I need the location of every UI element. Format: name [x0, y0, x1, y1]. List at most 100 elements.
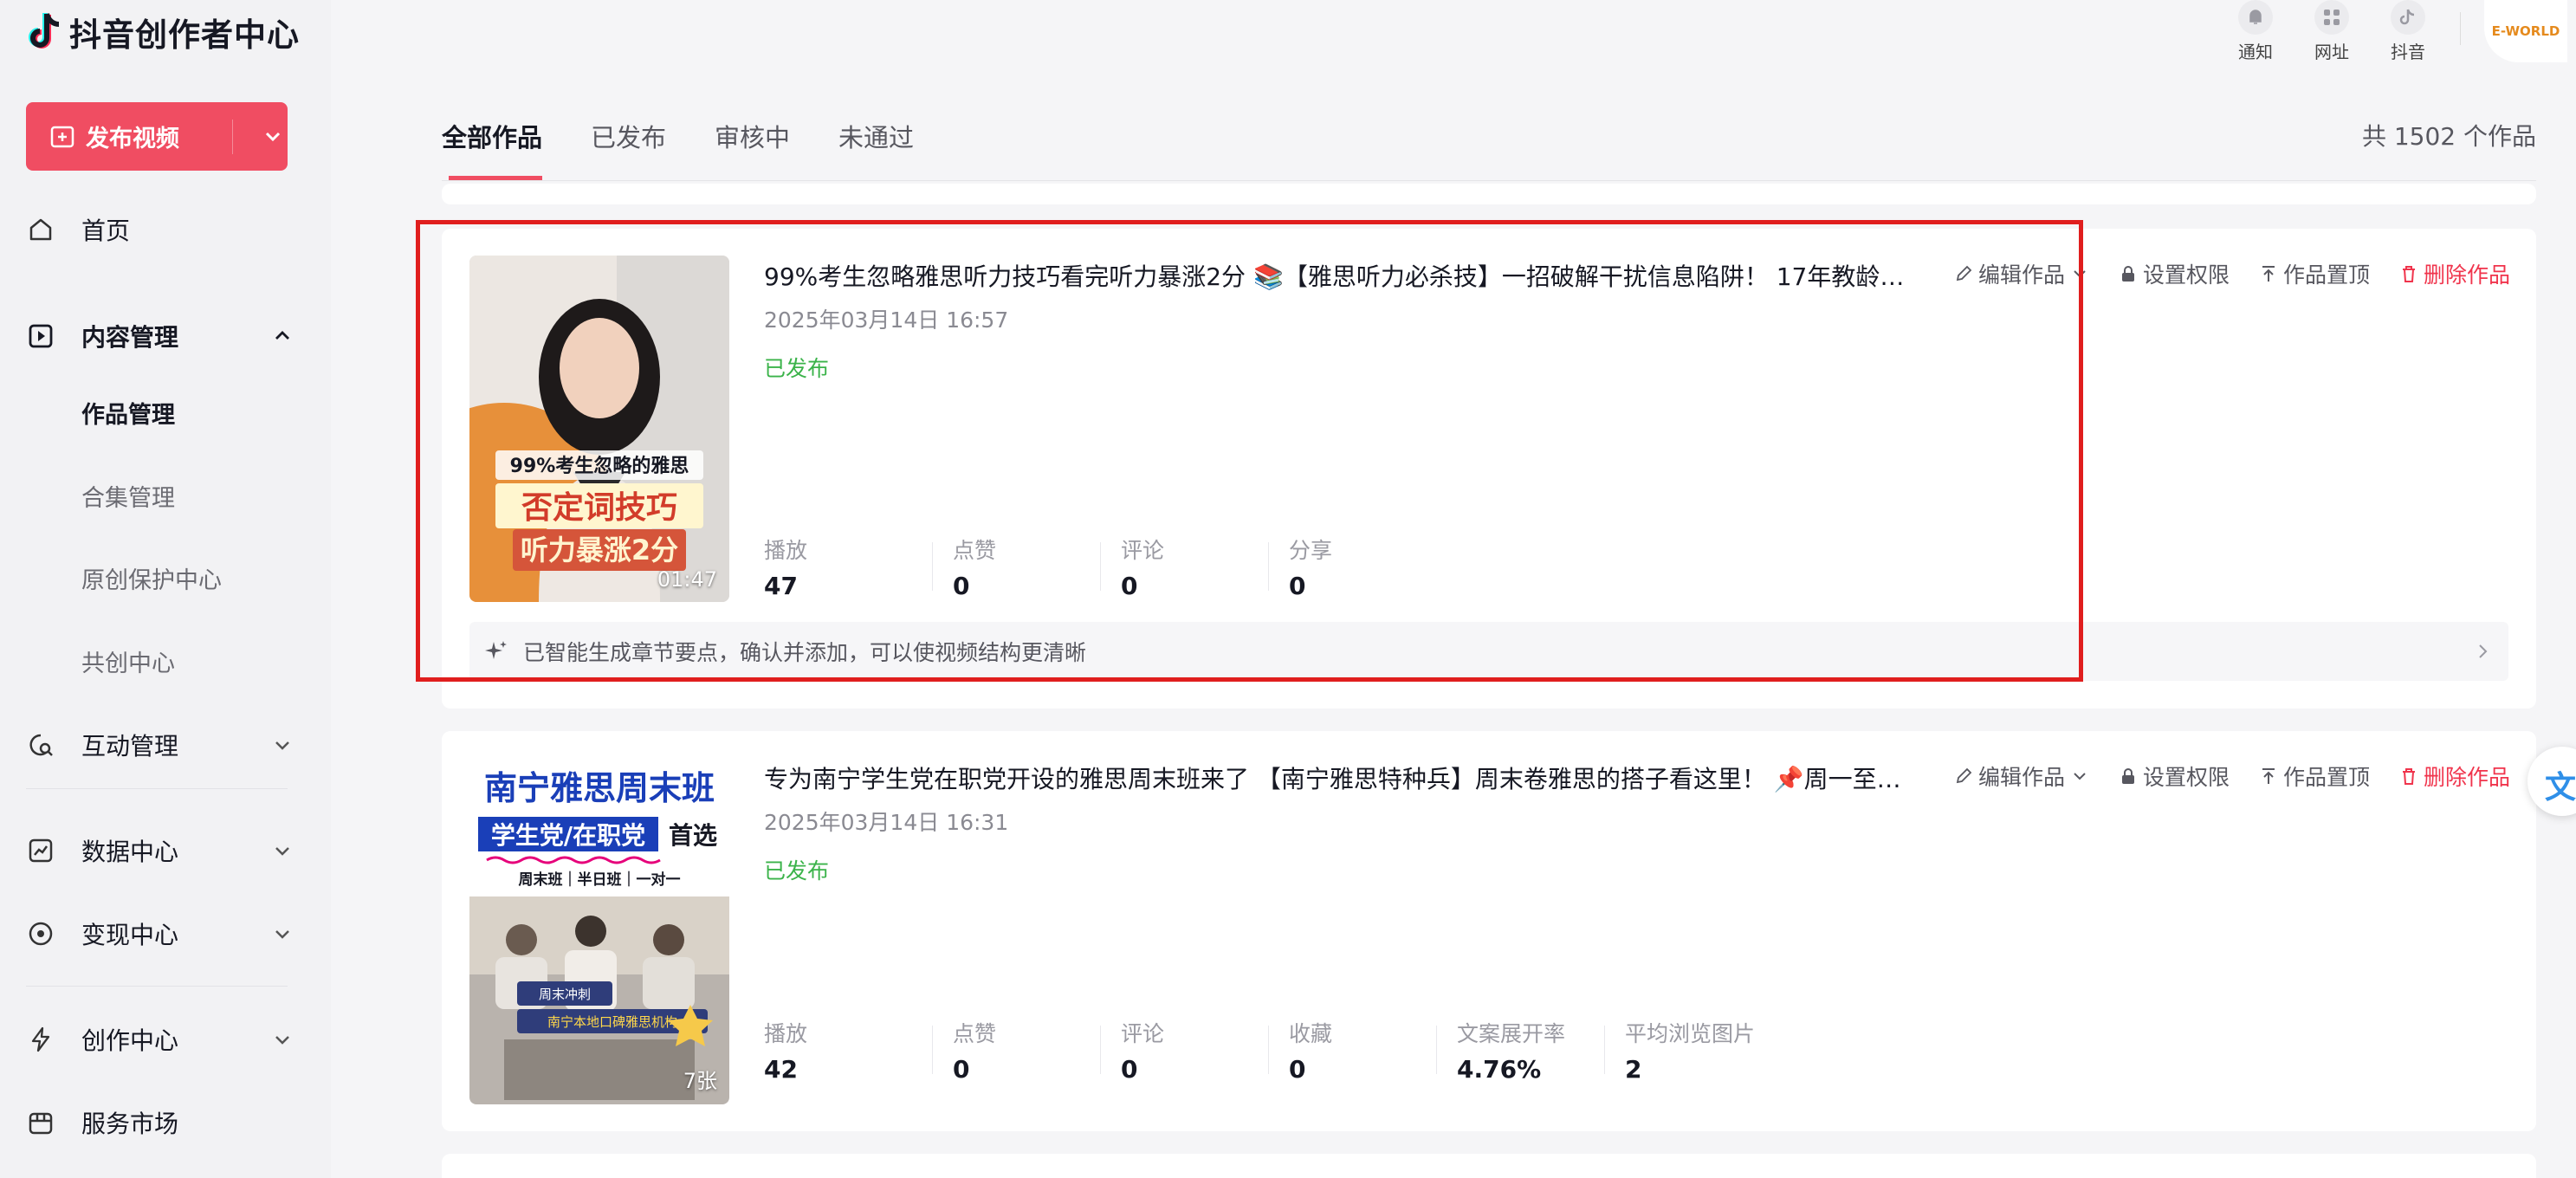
- thumb-text: 南宁本地口碑雅思机构: [547, 1014, 677, 1030]
- coin-icon: [26, 919, 55, 948]
- stat-label: 播放: [764, 1021, 808, 1046]
- stat-label: 文案展开率: [1457, 1021, 1566, 1046]
- header-notify[interactable]: 通知: [2221, 0, 2290, 63]
- nav-divider: [26, 788, 288, 789]
- stat-item: 平均浏览图片 2: [1604, 1017, 1772, 1084]
- app-title: 抖音创作者中心: [69, 16, 300, 54]
- header-links[interactable]: 网址: [2297, 0, 2366, 63]
- home-icon: [26, 215, 55, 244]
- next-card-edge: [442, 1154, 2536, 1178]
- chevron-down-icon: [275, 847, 289, 856]
- stat-value: 0: [1121, 1055, 1138, 1084]
- grid-icon: [2314, 0, 2349, 35]
- set-permission-label: 设置权限: [2142, 262, 2230, 288]
- upload-square-icon: [50, 126, 74, 147]
- douyin-icon: [2391, 0, 2425, 35]
- tab-reviewing[interactable]: 审核中: [715, 97, 790, 180]
- stat-value: 0: [953, 1055, 970, 1084]
- publish-video-button[interactable]: 发布视频: [26, 102, 288, 171]
- pin-work-label: 作品置顶: [2282, 765, 2370, 790]
- trash-icon: [2402, 266, 2415, 282]
- header-douyin[interactable]: 抖音: [2373, 0, 2443, 63]
- nav-creation-center[interactable]: 创作中心: [26, 1013, 294, 1065]
- header-notify-label: 通知: [2238, 42, 2273, 62]
- app-logo[interactable]: 抖音创作者中心: [26, 9, 300, 55]
- sidebar: 抖音创作者中心 发布视频 首页 内容管理 作品管理 合集管理 原创保护中心 共创…: [0, 0, 331, 1178]
- work-thumbnail[interactable]: 南宁雅思周末班 学生党/在职党 首选 周末班｜半日班｜一对一 周末冲刺 南宁本地…: [469, 758, 729, 1104]
- stat-value: 42: [764, 1055, 798, 1084]
- thumb-text: 首选: [669, 821, 717, 850]
- delete-work-label: 删除作品: [2423, 765, 2510, 790]
- set-permission-button[interactable]: 设置权限: [2119, 761, 2230, 792]
- nav-label: 数据中心: [81, 838, 179, 866]
- stat-item: 点赞 0: [932, 1017, 1100, 1084]
- stat-label: 点赞: [953, 1021, 997, 1046]
- nav-monetization-center[interactable]: 变现中心: [26, 908, 294, 960]
- nav-divider: [26, 986, 288, 987]
- pin-top-icon: [2262, 768, 2275, 784]
- thumb-text: 周末冲刺: [539, 987, 591, 1002]
- pin-work-button[interactable]: 作品置顶: [2259, 258, 2370, 289]
- stat-item: 收藏 0: [1268, 1017, 1436, 1084]
- works-tabs: 全部作品 已发布 审核中 未通过: [442, 97, 962, 184]
- nav-label: 首页: [81, 217, 131, 245]
- user-avatar[interactable]: E-WORLD: [2484, 0, 2567, 62]
- edit-work-label: 编辑作品: [1977, 765, 2065, 790]
- chart-icon: [26, 836, 55, 865]
- stat-label: 评论: [1121, 1021, 1165, 1046]
- chevron-down-icon[interactable]: [260, 124, 286, 150]
- delete-work-button[interactable]: 删除作品: [2399, 761, 2510, 792]
- lightning-icon: [26, 1025, 55, 1054]
- nav-service-market[interactable]: 服务市场: [26, 1097, 294, 1149]
- chevron-down-icon: [275, 741, 289, 750]
- set-permission-button[interactable]: 设置权限: [2119, 258, 2230, 289]
- header-divider: [2460, 12, 2461, 45]
- nav-label: 内容管理: [81, 323, 179, 352]
- publish-divider: [232, 120, 233, 154]
- chevron-down-icon: [2074, 773, 2086, 780]
- edit-work-button[interactable]: 编辑作品: [1954, 761, 2089, 792]
- thumb-text: 学生党/在职党: [491, 821, 645, 850]
- chevron-down-icon: [275, 1036, 289, 1045]
- tab-all-works[interactable]: 全部作品: [442, 97, 543, 180]
- annotation-highlight-box: [416, 220, 2083, 682]
- set-permission-label: 设置权限: [2142, 765, 2230, 790]
- nav-label: 变现中心: [81, 921, 179, 949]
- tab-published[interactable]: 已发布: [591, 97, 666, 180]
- work-title[interactable]: 专为南宁学生党在职党开设的雅思周末班来了 【南宁雅思特种兵】周末卷雅思的搭子看这…: [764, 761, 1916, 795]
- stat-label: 平均浏览图片: [1625, 1021, 1756, 1046]
- trash-icon: [2402, 768, 2415, 785]
- stat-value: 0: [1289, 1055, 1306, 1084]
- work-card[interactable]: 南宁雅思周末班 学生党/在职党 首选 周末班｜半日班｜一对一 周末冲刺 南宁本地…: [442, 731, 2536, 1131]
- douyin-logo-icon: [29, 13, 60, 49]
- delete-work-button[interactable]: 删除作品: [2399, 258, 2510, 289]
- sub-item-works-management[interactable]: 作品管理: [81, 389, 175, 436]
- sub-item-collections[interactable]: 合集管理: [81, 472, 175, 519]
- pencil-icon: [1956, 767, 1972, 784]
- thumb-text: 周末班｜半日班｜一对一: [519, 871, 681, 889]
- stat-item: 评论 0: [1100, 1017, 1268, 1084]
- chat-search-icon: [26, 730, 55, 760]
- nav-content-management[interactable]: 内容管理: [26, 310, 294, 362]
- nav-label: 互动管理: [81, 732, 179, 761]
- nav-data-center[interactable]: 数据中心: [26, 825, 294, 877]
- store-icon: [26, 1108, 55, 1137]
- nav-interaction-management[interactable]: 互动管理: [26, 719, 294, 771]
- nav-home[interactable]: 首页: [26, 204, 294, 256]
- avatar-brand-text: E-WORLD: [2491, 23, 2560, 39]
- chevron-right-icon: [2479, 644, 2488, 658]
- stat-item: 文案展开率 4.76%: [1436, 1017, 1604, 1084]
- thumb-text: 南宁雅思周末班: [484, 769, 715, 807]
- stat-value: 4.76%: [1457, 1055, 1542, 1084]
- work-date: 2025年03月14日 16:31: [764, 810, 1009, 835]
- lock-icon: [2121, 768, 2134, 784]
- sub-item-co-creation[interactable]: 共创中心: [81, 638, 175, 684]
- sub-item-original-protection[interactable]: 原创保护中心: [81, 554, 222, 601]
- nav-label: 服务市场: [81, 1110, 179, 1138]
- lock-icon: [2121, 266, 2134, 282]
- tab-rejected[interactable]: 未通过: [838, 97, 914, 180]
- chevron-up-icon: [275, 331, 289, 340]
- stat-value: 2: [1625, 1055, 1642, 1084]
- pin-work-button[interactable]: 作品置顶: [2259, 761, 2370, 792]
- stat-item: 播放 42: [764, 1017, 932, 1084]
